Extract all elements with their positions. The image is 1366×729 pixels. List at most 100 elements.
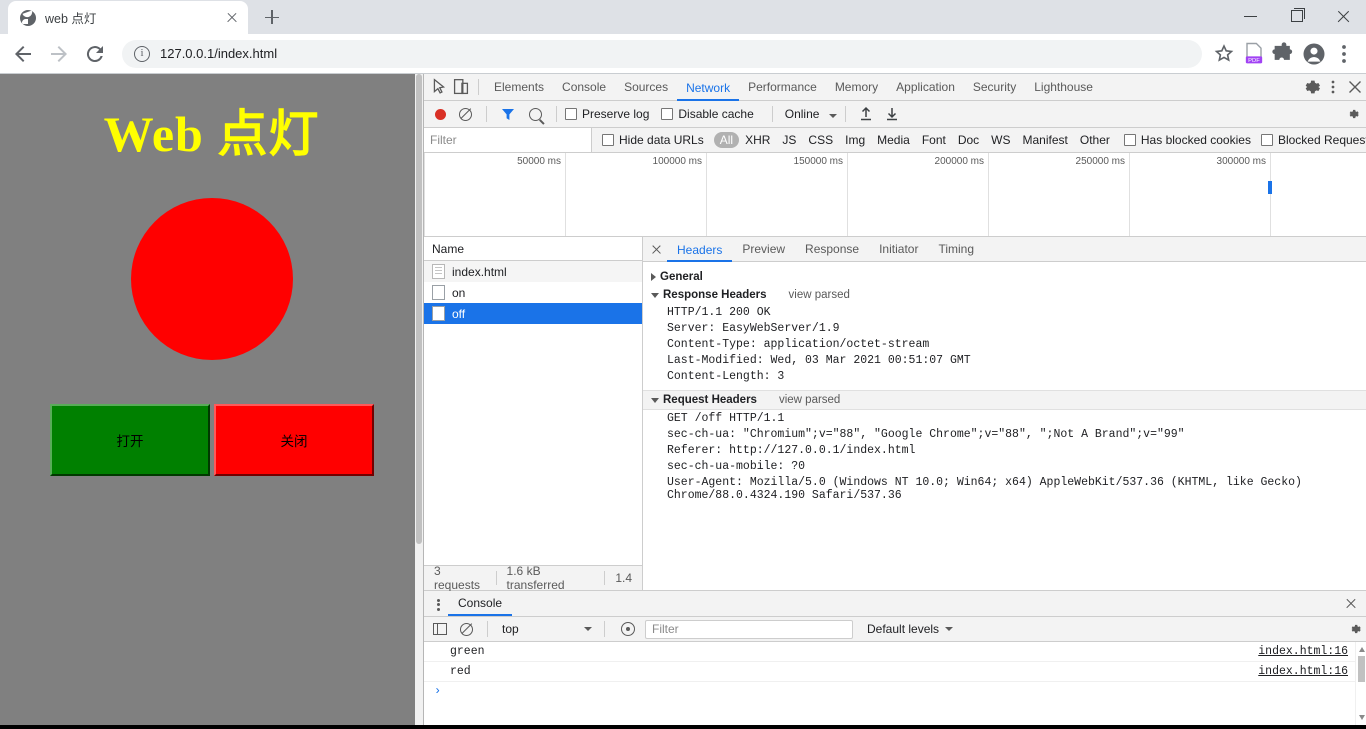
tab-lighthouse[interactable]: Lighthouse: [1025, 74, 1102, 100]
console-sidebar-icon[interactable]: [433, 623, 447, 635]
throttling-select[interactable]: Online: [785, 107, 837, 121]
tab-elements[interactable]: Elements: [485, 74, 553, 100]
page-scrollbar-thumb[interactable]: [416, 74, 422, 544]
browser-tab[interactable]: web 点灯: [8, 1, 248, 34]
disable-cache-checkbox[interactable]: Disable cache: [661, 107, 754, 121]
clear-console-icon[interactable]: [460, 622, 473, 636]
console-levels-select[interactable]: Default levels: [867, 622, 954, 636]
filter-type-media[interactable]: Media: [871, 132, 916, 148]
filter-type-other[interactable]: Other: [1074, 132, 1116, 148]
info-circle-icon[interactable]: [134, 45, 150, 62]
pdf-icon[interactable]: PDF: [1240, 40, 1268, 68]
section-request-headers[interactable]: Request Headers view parsed: [643, 390, 1366, 410]
view-parsed-link-response[interactable]: view parsed: [789, 289, 850, 301]
scroll-up-icon[interactable]: [1358, 647, 1365, 652]
checkbox-box[interactable]: [565, 108, 577, 120]
request-row-off[interactable]: off: [424, 303, 642, 324]
detail-tab-preview[interactable]: Preview: [732, 237, 795, 261]
forward-arrow-icon[interactable]: [44, 39, 74, 69]
address-bar[interactable]: 127.0.0.1/index.html: [122, 39, 1202, 68]
console-message-row[interactable]: green index.html:16: [424, 642, 1366, 662]
bookmark-star-icon[interactable]: [1210, 40, 1238, 68]
has-blocked-cookies-checkbox[interactable]: Has blocked cookies: [1123, 133, 1251, 147]
settings-gear-icon[interactable]: [1300, 76, 1322, 98]
clear-icon[interactable]: [459, 107, 472, 121]
filter-type-all[interactable]: All: [713, 132, 740, 148]
window-close-icon[interactable]: [1320, 0, 1366, 32]
drawer-tab-console[interactable]: Console: [448, 591, 513, 616]
close-icon[interactable]: [224, 10, 240, 26]
request-row-index-html[interactable]: index.html: [424, 261, 642, 282]
tab-console[interactable]: Console: [553, 74, 615, 100]
console-context-select[interactable]: top: [496, 622, 596, 636]
filter-type-font[interactable]: Font: [916, 132, 952, 148]
tab-network[interactable]: Network: [677, 74, 740, 101]
checkbox-box[interactable]: [602, 134, 614, 146]
inspect-element-icon[interactable]: [428, 76, 450, 98]
filter-funnel-icon[interactable]: [501, 108, 515, 121]
record-dot-icon[interactable]: [435, 108, 446, 120]
console-prompt[interactable]: ›: [424, 682, 1366, 698]
hide-data-urls-checkbox[interactable]: Hide data URLs: [602, 133, 704, 147]
checkbox-box[interactable]: [1123, 134, 1136, 146]
filter-type-ws[interactable]: WS: [985, 132, 1016, 148]
console-message-source[interactable]: index.html:16: [1258, 665, 1348, 678]
filter-type-img[interactable]: Img: [839, 132, 871, 148]
console-scrollbar[interactable]: [1355, 642, 1366, 725]
console-message-row[interactable]: red index.html:16: [424, 662, 1366, 682]
network-settings-gear-icon[interactable]: [1346, 107, 1360, 121]
filter-type-doc[interactable]: Doc: [952, 132, 985, 148]
section-response-headers[interactable]: Response Headers view parsed: [643, 286, 1366, 304]
import-har-icon[interactable]: [858, 106, 874, 122]
console-message-source[interactable]: index.html:16: [1258, 645, 1348, 658]
checkbox-box[interactable]: [661, 108, 674, 120]
close-devtools-icon[interactable]: [1344, 76, 1366, 98]
device-toolbar-icon[interactable]: [450, 76, 472, 98]
tab-application[interactable]: Application: [887, 74, 964, 100]
filter-type-css[interactable]: CSS: [802, 132, 839, 148]
console-scrollbar-thumb[interactable]: [1358, 656, 1365, 682]
tab-sources[interactable]: Sources: [615, 74, 677, 100]
network-filter-input[interactable]: [424, 128, 592, 152]
detail-tab-response[interactable]: Response: [795, 237, 869, 261]
search-icon[interactable]: [529, 107, 542, 121]
drawer-more-options-icon[interactable]: [428, 594, 448, 614]
detail-tab-initiator[interactable]: Initiator: [869, 237, 928, 261]
more-options-icon[interactable]: [1322, 76, 1344, 98]
console-settings-gear-icon[interactable]: [1348, 622, 1362, 636]
tab-memory[interactable]: Memory: [826, 74, 887, 100]
page-scrollbar[interactable]: [415, 74, 423, 725]
preserve-log-checkbox[interactable]: Preserve log: [565, 107, 649, 121]
console-filter-input[interactable]: [645, 619, 853, 639]
console-levels-value: Default levels: [867, 622, 940, 636]
view-parsed-link-request[interactable]: view parsed: [779, 394, 840, 406]
close-drawer-icon[interactable]: [1340, 593, 1362, 615]
tab-performance[interactable]: Performance: [739, 74, 826, 100]
scroll-down-icon[interactable]: [1358, 715, 1365, 720]
blocked-requests-checkbox[interactable]: Blocked Requests: [1260, 133, 1366, 147]
extensions-puzzle-icon[interactable]: [1270, 40, 1298, 68]
chrome-menu-icon[interactable]: [1330, 40, 1358, 68]
maximize-icon[interactable]: [1274, 0, 1320, 32]
turn-off-button[interactable]: 关闭: [214, 404, 374, 476]
tab-security[interactable]: Security: [964, 74, 1025, 100]
export-har-icon[interactable]: [884, 106, 900, 122]
detail-tab-headers[interactable]: Headers: [667, 237, 733, 262]
divider: [604, 621, 605, 637]
request-row-on[interactable]: on: [424, 282, 642, 303]
close-detail-icon[interactable]: [645, 238, 667, 260]
new-tab-button[interactable]: [258, 3, 286, 31]
filter-type-xhr[interactable]: XHR: [739, 132, 776, 148]
back-arrow-icon[interactable]: [8, 39, 38, 69]
network-overview-timeline[interactable]: 50000 ms 100000 ms 150000 ms 200000 ms 2…: [424, 153, 1366, 237]
detail-tab-timing[interactable]: Timing: [928, 237, 984, 261]
turn-on-button[interactable]: 打开: [50, 404, 210, 476]
profile-avatar-icon[interactable]: [1300, 40, 1328, 68]
reload-icon[interactable]: [80, 39, 110, 69]
filter-type-js[interactable]: JS: [776, 132, 802, 148]
checkbox-box[interactable]: [1260, 134, 1273, 146]
section-general[interactable]: General: [643, 268, 1366, 286]
minimize-icon[interactable]: [1228, 0, 1274, 32]
live-expression-icon[interactable]: [621, 622, 635, 636]
filter-type-manifest[interactable]: Manifest: [1017, 132, 1074, 148]
